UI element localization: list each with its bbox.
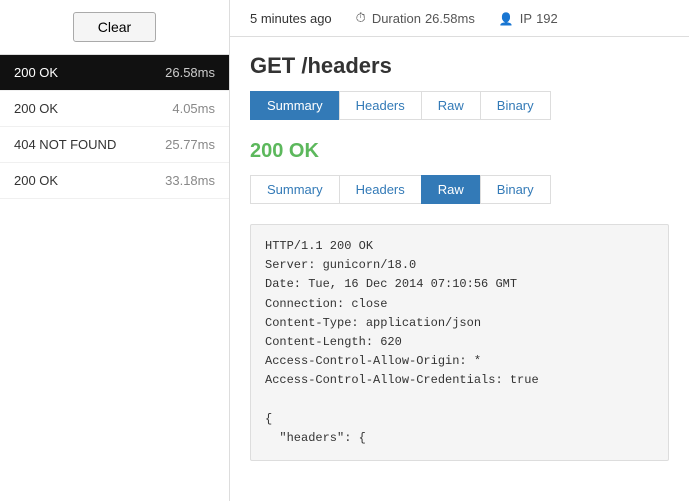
request-status: 200 OK <box>14 173 58 188</box>
time-ago: 5 minutes ago <box>250 11 332 26</box>
content-area: GET /headers SummaryHeadersRawBinary 200… <box>230 37 689 501</box>
clear-button-row: Clear <box>0 0 229 55</box>
request-duration: 25.77ms <box>165 137 215 152</box>
request-duration: 26.58ms <box>165 65 215 80</box>
meta-bar: 5 minutes ago Duration 26.58ms IP 192 <box>230 0 689 37</box>
raw-content: HTTP/1.1 200 OK Server: gunicorn/18.0 Da… <box>250 224 669 461</box>
top-tab-bar: SummaryHeadersRawBinary <box>250 91 669 120</box>
request-status: 200 OK <box>14 101 58 116</box>
request-status: 404 NOT FOUND <box>14 137 116 152</box>
bottom-tab-bar: SummaryHeadersRawBinary <box>250 175 669 204</box>
response-section: 200 OK SummaryHeadersRawBinary HTTP/1.1 … <box>250 140 669 461</box>
response-tab-headers[interactable]: Headers <box>339 175 421 204</box>
request-item[interactable]: 200 OK 4.05ms <box>0 91 229 127</box>
response-status: 200 OK <box>250 140 669 163</box>
duration-label-text: Duration <box>372 11 421 26</box>
tab-raw[interactable]: Raw <box>421 91 480 120</box>
left-panel: Clear 200 OK 26.58ms 200 OK 4.05ms 404 N… <box>0 0 230 501</box>
request-item[interactable]: 404 NOT FOUND 25.77ms <box>0 127 229 163</box>
request-duration: 33.18ms <box>165 173 215 188</box>
ip-label-text: IP <box>520 11 532 26</box>
response-tab-summary[interactable]: Summary <box>250 175 339 204</box>
request-list: 200 OK 26.58ms 200 OK 4.05ms 404 NOT FOU… <box>0 55 229 501</box>
tab-binary[interactable]: Binary <box>480 91 551 120</box>
request-item[interactable]: 200 OK 33.18ms <box>0 163 229 199</box>
duration-info: Duration 26.58ms <box>356 10 475 26</box>
clear-button[interactable]: Clear <box>73 12 156 42</box>
ip-info: IP 192 <box>499 11 558 26</box>
request-duration: 4.05ms <box>172 101 215 116</box>
tab-headers[interactable]: Headers <box>339 91 421 120</box>
clock-icon <box>356 10 368 26</box>
response-tab-raw[interactable]: Raw <box>421 175 480 204</box>
request-title: GET /headers <box>250 53 669 79</box>
ip-value: 192 <box>536 11 558 26</box>
request-status: 200 OK <box>14 65 58 80</box>
duration-value: 26.58ms <box>425 11 475 26</box>
tab-summary[interactable]: Summary <box>250 91 339 120</box>
response-tab-binary[interactable]: Binary <box>480 175 551 204</box>
person-icon <box>499 11 516 26</box>
request-item[interactable]: 200 OK 26.58ms <box>0 55 229 91</box>
right-panel: 5 minutes ago Duration 26.58ms IP 192 GE… <box>230 0 689 501</box>
